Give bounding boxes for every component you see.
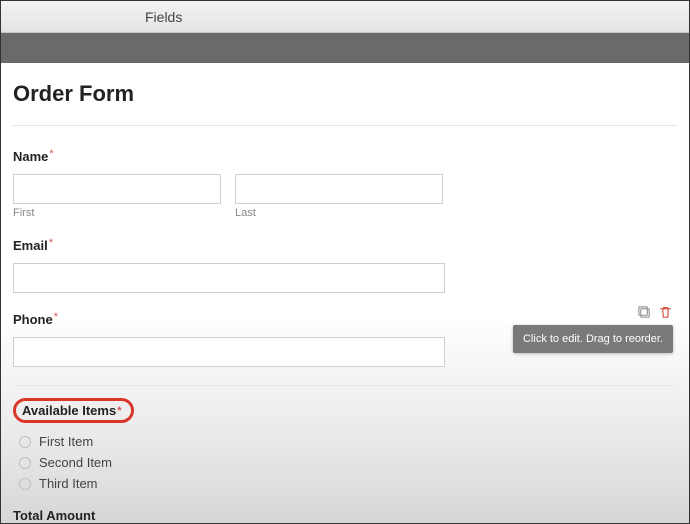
required-asterisk: * (117, 405, 121, 417)
field-phone[interactable]: Phone* Click to edit. Drag to reorder. (13, 311, 677, 367)
reorder-tooltip: Click to edit. Drag to reorder. (513, 325, 673, 353)
first-name-input[interactable] (13, 174, 221, 204)
option-label: Second Item (39, 455, 112, 470)
editor-menubar (1, 33, 689, 63)
option-first-item[interactable]: First Item (13, 431, 677, 452)
phone-label: Phone (13, 312, 53, 327)
option-second-item[interactable]: Second Item (13, 452, 677, 473)
field-available-items[interactable]: Available Items* First Item Second Item … (13, 385, 677, 523)
available-items-label-highlight: Available Items* (13, 398, 134, 423)
required-asterisk: * (49, 237, 53, 249)
option-third-item[interactable]: Third Item (13, 473, 677, 494)
total-amount-label: Total Amount (13, 508, 677, 523)
available-items-options: First Item Second Item Third Item (13, 431, 677, 494)
trash-icon[interactable] (658, 305, 673, 320)
field-actions (637, 305, 673, 320)
title-divider (13, 125, 677, 126)
last-name-sublabel: Last (235, 207, 443, 219)
radio-icon[interactable] (19, 457, 31, 469)
required-asterisk: * (49, 148, 53, 160)
form-canvas[interactable]: Order Form Name* First Last Email* (1, 63, 689, 523)
first-name-sublabel: First (13, 207, 221, 219)
radio-icon[interactable] (19, 478, 31, 490)
tab-fields[interactable]: Fields (145, 9, 182, 25)
required-asterisk: * (54, 311, 58, 323)
duplicate-icon[interactable] (637, 305, 652, 320)
field-name[interactable]: Name* First Last (13, 148, 677, 219)
editor-topbar: Fields (1, 1, 689, 33)
name-label: Name (13, 149, 48, 164)
email-label: Email (13, 238, 48, 253)
email-input[interactable] (13, 263, 445, 293)
field-email[interactable]: Email* (13, 237, 677, 293)
option-label: Third Item (39, 476, 98, 491)
last-name-input[interactable] (235, 174, 443, 204)
form-title[interactable]: Order Form (13, 81, 677, 107)
option-label: First Item (39, 434, 93, 449)
available-items-label: Available Items (22, 403, 116, 418)
radio-icon[interactable] (19, 436, 31, 448)
phone-input[interactable] (13, 337, 445, 367)
